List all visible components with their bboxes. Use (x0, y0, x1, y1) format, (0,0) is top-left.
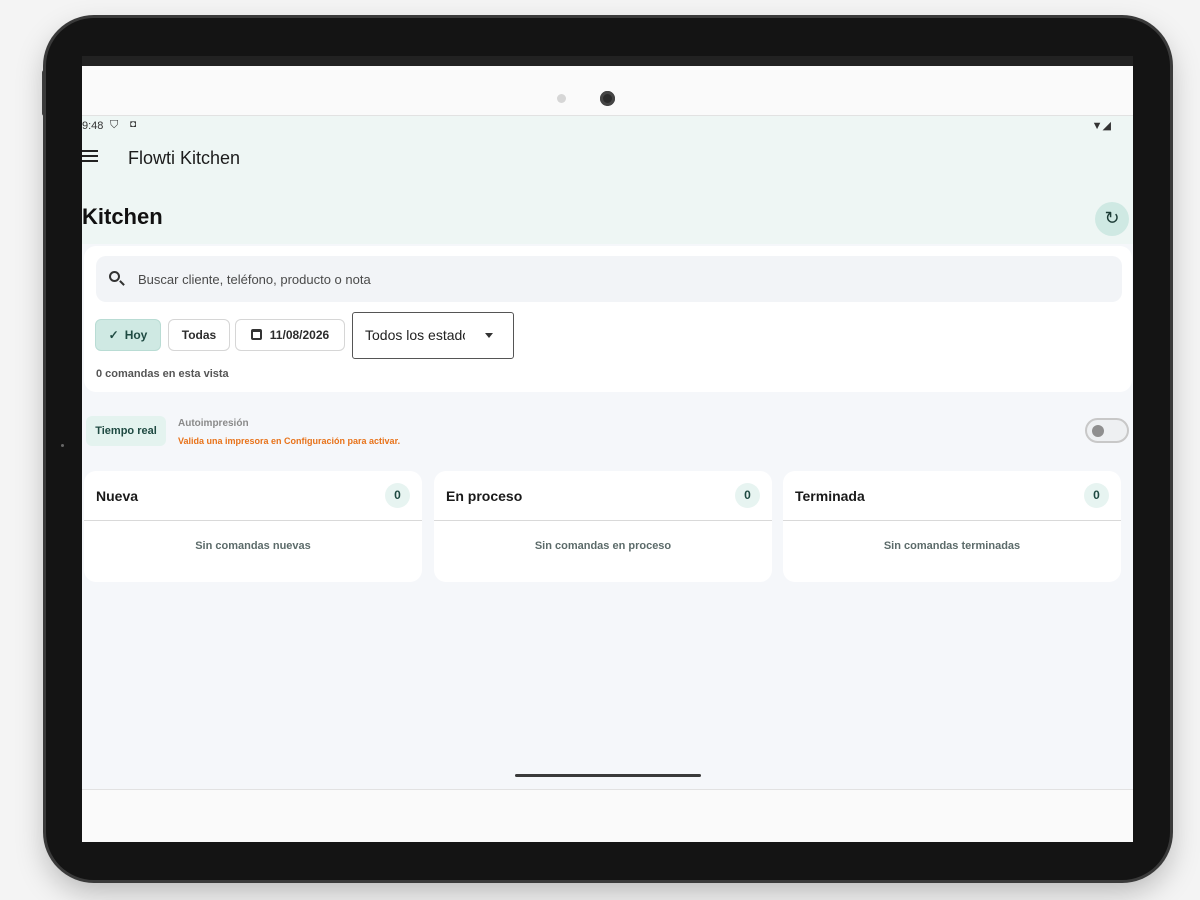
realtime-badge: Tiempo real (86, 416, 166, 446)
wifi-icon: ▼◢ (1091, 120, 1111, 132)
column-terminada: Terminada 0 Sin comandas terminadas (783, 471, 1121, 582)
column-count-badge: 0 (735, 483, 760, 508)
column-header: Terminada 0 (783, 471, 1121, 521)
check-icon: ✓ (108, 328, 119, 342)
autoprint-warning: Valida una impresora en Configuración pa… (178, 436, 401, 446)
filter-card: ✓Hoy Todas 11/08/2026 Todos los estados … (84, 246, 1132, 392)
status-select[interactable]: Todos los estados (352, 312, 514, 359)
column-empty-text: Sin comandas nuevas (195, 540, 311, 552)
column-empty-text: Sin comandas en proceso (534, 540, 672, 552)
app-bar: Flowti Kitchen (82, 140, 1133, 180)
search-box[interactable] (96, 256, 1122, 302)
order-count-text: 0 comandas en esta vista (96, 368, 229, 380)
date-picker-button[interactable]: 11/08/2026 (235, 319, 345, 351)
column-en-proceso: En proceso 0 Sin comandas en proceso (434, 471, 772, 582)
notification-icon: ◘ (130, 119, 137, 130)
search-input[interactable] (138, 256, 1098, 302)
column-nueva: Nueva 0 Sin comandas nuevas (84, 471, 422, 582)
menu-icon[interactable] (82, 150, 100, 168)
autoprint-title: Autoimpresión (178, 418, 249, 429)
toggle-knob (1092, 425, 1104, 437)
column-empty-text: Sin comandas terminadas (883, 540, 1021, 552)
calendar-icon (250, 329, 262, 340)
search-icon (109, 271, 125, 287)
column-title: Terminada (795, 488, 865, 504)
refresh-button[interactable]: ↻ (1095, 202, 1129, 236)
column-header: En proceso 0 (434, 471, 772, 521)
filter-chip-todas[interactable]: Todas (168, 319, 230, 351)
filter-chip-hoy[interactable]: ✓ Hoy (95, 319, 161, 351)
shield-icon: ⛉ (110, 119, 119, 131)
bottom-bezel (82, 789, 1133, 842)
status-time: 9:48 (82, 120, 104, 132)
autoprint-toggle[interactable] (1085, 418, 1129, 443)
gesture-nav-handle[interactable] (515, 774, 701, 777)
column-header: Nueva 0 (84, 471, 422, 521)
status-select-value: Todos los estados (365, 327, 465, 343)
column-count-badge: 0 (1084, 483, 1109, 508)
proximity-sensor (557, 94, 566, 103)
top-bezel (82, 56, 1133, 116)
status-bar: 9:48 ⛉ ◘ ▼◢ (82, 118, 1133, 136)
caret-down-icon (485, 333, 493, 338)
page-title: Kitchen (82, 204, 163, 229)
column-count-badge: 0 (385, 483, 410, 508)
device-sensor-dot (61, 444, 64, 447)
date-label: 11/08/2026 (269, 328, 330, 342)
chip-label: Todas (181, 328, 217, 342)
chip-label: Hoy (124, 328, 148, 342)
front-camera (600, 91, 615, 106)
column-title: En proceso (446, 488, 523, 504)
refresh-icon: ↻ (1104, 208, 1120, 228)
column-title: Nueva (96, 488, 139, 504)
app-title: Flowti Kitchen (128, 148, 241, 168)
tablet-screen: 9:48 ⛉ ◘ ▼◢ Flowti Kitchen Kitchen ↻ ✓ Ho… (82, 56, 1133, 842)
